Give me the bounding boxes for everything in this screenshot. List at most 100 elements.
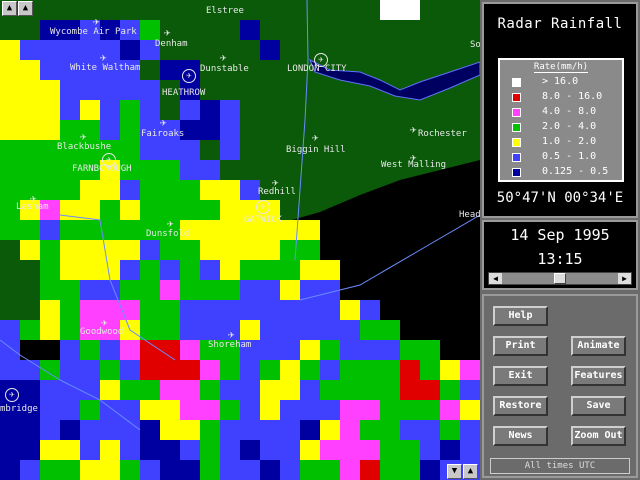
- panel-title: Radar Rainfall: [497, 16, 623, 32]
- news-button[interactable]: News: [493, 426, 548, 446]
- rainfall-cell: [120, 40, 140, 60]
- slider-thumb[interactable]: [554, 273, 566, 284]
- rainfall-cell: [40, 80, 60, 100]
- rainfall-cell: [40, 60, 60, 80]
- restore-button[interactable]: Restore: [493, 396, 548, 416]
- rainfall-cell: [280, 240, 300, 260]
- rainfall-cell: [280, 460, 300, 480]
- rainfall-cell: [140, 140, 160, 160]
- rainfall-cell: [60, 120, 80, 140]
- rainfall-cell: [140, 400, 160, 420]
- rainfall-cell: [20, 240, 40, 260]
- arrow-left-icon: ◀: [493, 274, 498, 283]
- rainfall-cell: [420, 340, 440, 360]
- rainfall-cell: [100, 360, 120, 380]
- rainfall-cell: [100, 340, 120, 360]
- rainfall-cell: [160, 140, 180, 160]
- legend-row: 1.0 - 2.0: [512, 136, 622, 149]
- slider-left-button[interactable]: ◀: [489, 273, 502, 284]
- rainfall-cell: [300, 340, 320, 360]
- legend-label: > 16.0: [542, 76, 579, 87]
- rainfall-cell: [0, 420, 20, 440]
- rainfall-cell: [260, 380, 280, 400]
- rainfall-cell: [240, 20, 260, 40]
- rainfall-cell: [280, 300, 300, 320]
- place-label-denham: Denham: [155, 39, 188, 49]
- airfield-plane-icon: ✈: [410, 123, 417, 136]
- rainfall-cell: [180, 280, 200, 300]
- rainfall-cell: [200, 380, 220, 400]
- rainfall-cell: [320, 320, 340, 340]
- rainfall-cell: [200, 100, 220, 120]
- rainfall-cell: [0, 340, 20, 360]
- rainfall-cell: [160, 300, 180, 320]
- rainfall-cell: [240, 300, 260, 320]
- rainfall-cell: [20, 440, 40, 460]
- rainfall-cell: [180, 200, 200, 220]
- slider-right-button[interactable]: ▶: [618, 273, 631, 284]
- rainfall-cell: [100, 80, 120, 100]
- rainfall-cell: [80, 380, 100, 400]
- rainfall-cell: [440, 380, 460, 400]
- rainfall-cell: [220, 380, 240, 400]
- rainfall-cell: [40, 420, 60, 440]
- rainfall-cell: [20, 160, 40, 180]
- airport-plane-icon: ✈: [5, 388, 19, 402]
- rainfall-cell: [120, 240, 140, 260]
- time-slider[interactable]: ◀ ▶: [488, 272, 632, 285]
- radar-map[interactable]: Elstree ✈ Wycombe Air Park ✈ Denham ✈ Wh…: [0, 0, 480, 480]
- rainfall-cell: [400, 380, 420, 400]
- zoom-out-button[interactable]: Zoom Out: [571, 426, 626, 446]
- rainfall-cell: [140, 420, 160, 440]
- rainfall-cell: [260, 440, 280, 460]
- save-button[interactable]: Save: [571, 396, 626, 416]
- rainfall-cell: [0, 140, 20, 160]
- rainfall-cell: [0, 180, 20, 200]
- rainfall-cell: [320, 340, 340, 360]
- rainfall-cell: [380, 320, 400, 340]
- arrow-up-icon: ▲: [467, 466, 474, 476]
- rainfall-cell: [40, 360, 60, 380]
- help-button[interactable]: Help: [493, 306, 548, 326]
- rainfall-cell: [280, 400, 300, 420]
- place-label-goodwood: Goodwood: [80, 327, 124, 337]
- rainfall-cell: [220, 440, 240, 460]
- rainfall-cell: [320, 260, 340, 280]
- legend-row: 2.0 - 4.0: [512, 121, 622, 134]
- control-panel: Radar Rainfall Rate(mm/h) > 16.0 8.0 - 1…: [480, 0, 640, 480]
- rainfall-cell: [220, 200, 240, 220]
- scroll-down-button[interactable]: ▼: [447, 464, 462, 479]
- rainfall-cell: [120, 180, 140, 200]
- rainfall-cell: [140, 260, 160, 280]
- rainfall-cell: [160, 240, 180, 260]
- rainfall-cell: [300, 260, 320, 280]
- legend-swatch: [512, 138, 521, 147]
- legend-title: Rate(mm/h): [533, 62, 589, 73]
- rainfall-cell: [220, 240, 240, 260]
- features-button[interactable]: Features: [571, 366, 626, 386]
- rainfall-cell: [0, 320, 20, 340]
- rainfall-cell: [280, 420, 300, 440]
- print-button[interactable]: Print: [493, 336, 548, 356]
- rainfall-cell: [160, 420, 180, 440]
- rainfall-cell: [40, 460, 60, 480]
- animate-button[interactable]: Animate: [571, 336, 626, 356]
- rainfall-cell: [180, 140, 200, 160]
- rainfall-cell: [200, 360, 220, 380]
- exit-button[interactable]: Exit: [493, 366, 548, 386]
- place-label-rochester: Rochester: [418, 129, 467, 139]
- place-label-elstree: Elstree: [206, 6, 244, 16]
- rainfall-cell: [80, 340, 100, 360]
- airfield-plane-icon: ✈: [228, 328, 235, 341]
- rainfall-cell: [400, 420, 420, 440]
- rainfall-cell: [260, 340, 280, 360]
- scroll-up-left-button[interactable]: ▲: [2, 1, 17, 16]
- rainfall-cell: [240, 260, 260, 280]
- place-label-white-waltham: White Waltham: [70, 63, 141, 73]
- rainfall-cell: [40, 260, 60, 280]
- rainfall-cell: [320, 460, 340, 480]
- scroll-up-button[interactable]: ▲: [463, 464, 478, 479]
- scroll-up-right-button[interactable]: ▲: [18, 1, 33, 16]
- rainfall-cell: [240, 400, 260, 420]
- rainfall-cell: [80, 80, 100, 100]
